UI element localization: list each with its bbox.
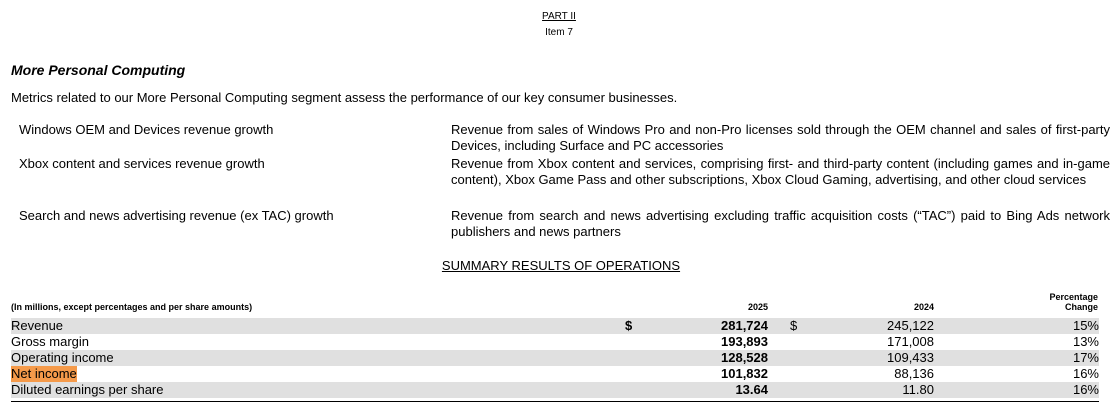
row-label: Revenue: [11, 318, 64, 333]
summary-title: SUMMARY RESULTS OF OPERATIONS: [441, 258, 681, 273]
row-label: Diluted earnings per share: [11, 382, 164, 397]
percentage-change: 16%: [1072, 366, 1099, 381]
column-header-label: (In millions, except percentages and per…: [11, 302, 253, 312]
table-row-revenue: Revenue $ 281,724 $ 245,122 15%: [11, 318, 1099, 334]
percentage-change: 15%: [1072, 318, 1099, 333]
value-2025: 13.64: [735, 382, 768, 397]
column-header-change-line2: Change: [1064, 302, 1098, 312]
value-2024: 109,433: [887, 350, 934, 365]
row-label-highlighted: Net income: [11, 366, 77, 382]
value-2024: 88,136: [894, 366, 934, 381]
metric-description-search: Revenue from search and news advertising…: [451, 208, 1110, 239]
value-2024: 245,122: [887, 318, 934, 333]
row-label: Gross margin: [11, 334, 90, 349]
metric-description-xbox: Revenue from Xbox content and services, …: [451, 156, 1110, 187]
item-heading: Item 7: [545, 27, 573, 38]
value-2025: 281,724: [721, 318, 768, 333]
percentage-change: 16%: [1072, 382, 1099, 397]
value-2025: 193,893: [721, 334, 768, 349]
column-header-change-line1: Percentage: [1049, 292, 1098, 302]
row-label: Operating income: [11, 350, 114, 365]
metric-name-windows-oem: Windows OEM and Devices revenue growth: [19, 122, 274, 137]
table-row-net-income: Net income 101,832 88,136 16%: [11, 366, 1099, 382]
column-header-2025: 2025: [747, 302, 768, 312]
part-label: PART II: [542, 11, 576, 22]
currency-symbol: $: [790, 318, 798, 333]
part-heading: PART II: [0, 11, 1118, 23]
value-2024: 11.80: [902, 382, 934, 397]
metric-name-xbox: Xbox content and services revenue growth: [19, 156, 265, 171]
value-2024: 171,008: [887, 334, 934, 349]
table-row-diluted-eps: Diluted earnings per share 13.64 11.80 1…: [11, 382, 1099, 398]
percentage-change: 17%: [1072, 350, 1099, 365]
section-intro: Metrics related to our More Personal Com…: [11, 90, 678, 105]
table-row-operating-income: Operating income 128,528 109,433 17%: [11, 350, 1099, 366]
column-header-change: Percentage Change: [1000, 292, 1098, 312]
column-header-2024: 2024: [913, 302, 934, 312]
percentage-change: 13%: [1072, 334, 1099, 349]
value-2025: 101,832: [721, 366, 768, 381]
table-row-gross-margin: Gross margin 193,893 171,008 13%: [11, 334, 1099, 350]
metric-name-search: Search and news advertising revenue (ex …: [19, 208, 334, 223]
section-title: More Personal Computing: [11, 62, 186, 78]
value-2025: 128,528: [721, 350, 768, 365]
table-bottom-rule: [11, 401, 1099, 402]
metric-description-windows-oem: Revenue from sales of Windows Pro and no…: [451, 122, 1110, 153]
currency-symbol: $: [625, 318, 633, 333]
